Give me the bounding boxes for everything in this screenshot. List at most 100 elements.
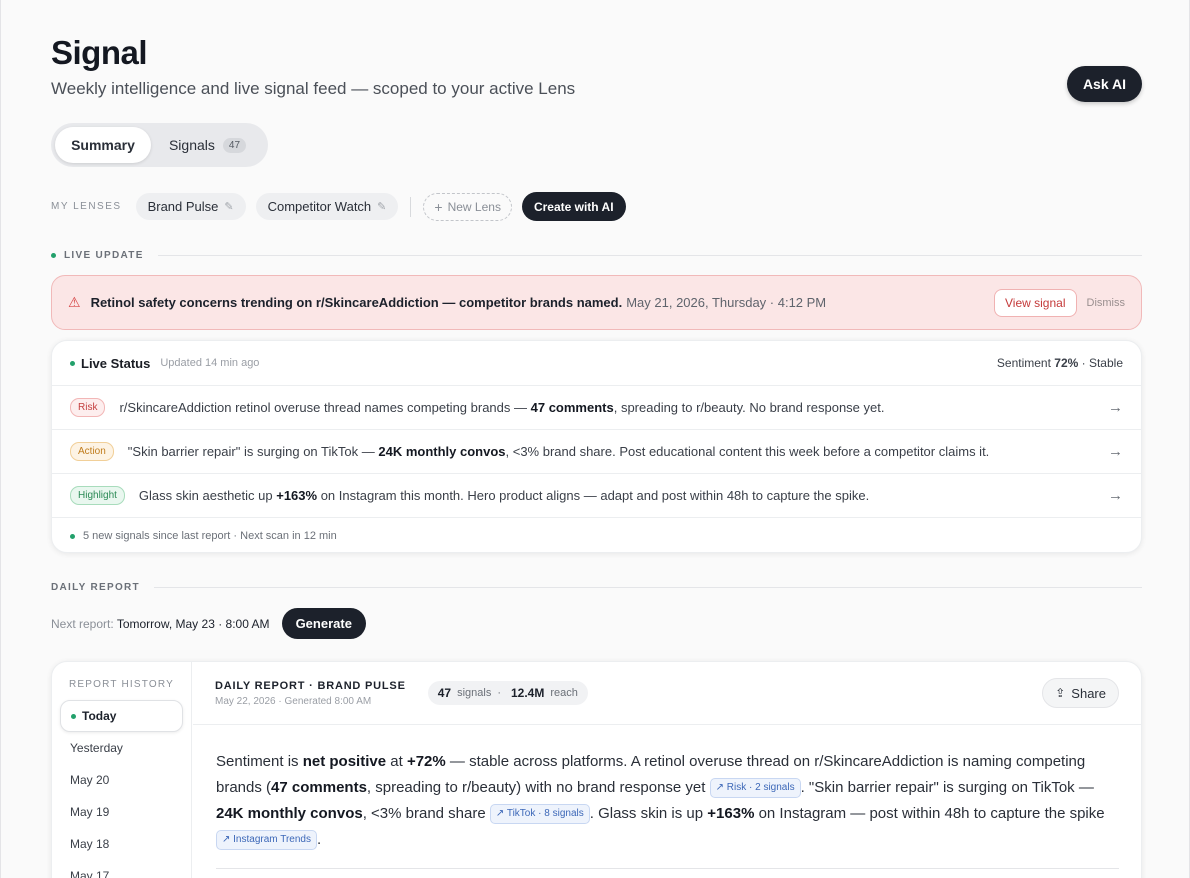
summary-text: . "Skin barrier repair" is surging on Ti… — [800, 779, 1094, 796]
daily-report-card: REPORT HISTORY Today Yesterday May 20 Ma… — [51, 661, 1142, 878]
summary-text: . Glass skin is up — [589, 805, 704, 822]
lens-chip-competitor-watch[interactable]: Competitor Watch ✎ — [255, 193, 399, 220]
summary-highlight: 47 comments — [271, 779, 367, 796]
live-update-heading: LIVE UPDATE — [51, 250, 1142, 261]
live-status-header: Live Status Updated 14 min ago Sentiment… — [52, 341, 1141, 386]
page-subtitle: Weekly intelligence and live signal feed… — [51, 79, 576, 98]
ask-ai-button[interactable]: Ask AI — [1066, 66, 1142, 102]
updated-timestamp: Updated 14 min ago — [160, 357, 260, 369]
status-row-risk[interactable]: Risk r/SkincareAddiction retinol overuse… — [52, 386, 1141, 430]
history-item-label: Today — [82, 709, 117, 723]
next-report-value: Tomorrow, May 23 · 8:00 AM — [116, 616, 270, 631]
next-report-info: Next report: Tomorrow, May 23 · 8:00 AM — [51, 617, 270, 631]
lens-chip-label: Competitor Watch — [267, 199, 372, 214]
summary-text: , <3% brand share — [362, 805, 486, 822]
divider — [153, 587, 1142, 588]
lenses-label: MY LENSES — [51, 201, 122, 212]
summary-highlight: net positive — [302, 753, 387, 770]
signals-value: 47 — [437, 686, 452, 700]
new-lens-button[interactable]: + New Lens — [423, 192, 512, 221]
row-text: r/SkincareAddiction retinol overuse thre… — [119, 400, 527, 415]
status-dot-icon — [70, 533, 75, 539]
tiktok-signals-tag[interactable]: ↗ TikTok · 8 signals — [489, 804, 590, 825]
pencil-icon[interactable]: ✎ — [224, 200, 233, 213]
divider — [157, 255, 1142, 256]
daily-report-heading: DAILY REPORT — [51, 582, 1142, 593]
live-status-footer: 5 new signals since last report · Next s… — [52, 518, 1141, 554]
history-item-today[interactable]: Today — [60, 700, 183, 732]
arrow-right-icon[interactable]: → — [1108, 487, 1123, 504]
summary-text: on Instagram — post within 48h to captur… — [758, 805, 1105, 822]
history-item-may-20[interactable]: May 20 — [60, 764, 183, 796]
signals-label: signals — [457, 687, 492, 699]
dismiss-button[interactable]: Dismiss — [1087, 297, 1126, 309]
history-item-may-19[interactable]: May 19 — [60, 796, 183, 828]
status-row-action[interactable]: Action "Skin barrier repair" is surging … — [52, 430, 1141, 474]
status-row-text: r/SkincareAddiction retinol overuse thre… — [119, 400, 884, 415]
report-summary: Sentiment is net positive at +72% — stab… — [193, 725, 1141, 853]
summary-highlight: +72% — [406, 753, 446, 770]
status-dot-icon — [70, 360, 75, 366]
share-button[interactable]: ⇪ Share — [1042, 678, 1119, 708]
report-title-block: DAILY REPORT · BRAND PULSE May 22, 2026 … — [215, 680, 406, 707]
row-highlight: 24K monthly convos — [378, 444, 506, 459]
summary-highlight: 24K monthly convos — [216, 805, 363, 822]
instagram-trends-tag[interactable]: ↗ Instagram Trends — [216, 830, 317, 851]
status-row-text: "Skin barrier repair" is surging on TikT… — [128, 444, 990, 459]
history-item-may-17[interactable]: May 17 — [60, 860, 183, 878]
tab-summary-label: Summary — [71, 137, 135, 153]
create-with-ai-button[interactable]: Create with AI — [521, 192, 626, 221]
action-badge: Action — [70, 442, 114, 461]
summary-text: . — [316, 831, 322, 848]
reach-value: 12.4M — [511, 686, 545, 700]
report-stats-pill: 47 signals · 12.4M reach — [427, 681, 588, 705]
new-lens-label: New Lens — [447, 199, 501, 214]
live-status-card: Live Status Updated 14 min ago Sentiment… — [51, 340, 1142, 553]
report-history-title: REPORT HISTORY — [69, 679, 174, 690]
tab-signals[interactable]: Signals 47 — [155, 127, 260, 163]
view-tabs: Summary Signals 47 — [51, 123, 268, 167]
report-content: DAILY REPORT · BRAND PULSE May 22, 2026 … — [193, 662, 1141, 878]
next-report-row: Next report: Tomorrow, May 23 · 8:00 AM … — [51, 608, 366, 639]
daily-report-title: DAILY REPORT — [51, 582, 140, 593]
status-row-text: Glass skin aesthetic up +163% on Instagr… — [139, 488, 869, 503]
live-update-title: LIVE UPDATE — [64, 250, 144, 261]
share-label: Share — [1071, 685, 1106, 701]
page-title: Signal — [51, 34, 148, 71]
sentiment-summary: Sentiment 72% · Stable — [997, 356, 1123, 370]
row-text: , spreading to r/beauty. No brand respon… — [613, 400, 885, 415]
separator: · — [497, 687, 501, 699]
risk-signals-tag[interactable]: ↗ Risk · 2 signals — [709, 778, 801, 799]
summary-text: at — [390, 753, 403, 770]
report-history-sidebar: REPORT HISTORY Today Yesterday May 20 Ma… — [52, 662, 192, 878]
scan-info: 5 new signals since last report · Next s… — [83, 530, 337, 542]
live-dot-icon — [51, 253, 56, 258]
row-text: , <3% brand share. Post educational cont… — [505, 444, 990, 459]
divider — [216, 868, 1119, 869]
tab-summary[interactable]: Summary — [55, 127, 151, 163]
report-title: DAILY REPORT · BRAND PULSE — [215, 679, 406, 692]
share-icon: ⇪ — [1055, 686, 1066, 700]
history-item-may-18[interactable]: May 18 — [60, 828, 183, 860]
sentiment-trend: · Stable — [1081, 356, 1123, 370]
live-status-title: Live Status — [81, 355, 151, 371]
summary-text: Sentiment is — [216, 753, 299, 770]
pencil-icon[interactable]: ✎ — [377, 200, 386, 213]
lens-bar: MY LENSES Brand Pulse ✎ Competitor Watch… — [51, 192, 626, 221]
row-highlight: 47 comments — [530, 400, 614, 415]
report-subtitle: May 22, 2026 · Generated 8:00 AM — [215, 695, 372, 707]
arrow-right-icon[interactable]: → — [1108, 399, 1123, 416]
sentiment-value: 72% — [1054, 356, 1079, 370]
lens-chip-brand-pulse[interactable]: Brand Pulse ✎ — [135, 193, 246, 220]
highlight-badge: Highlight — [70, 486, 125, 505]
arrow-right-icon[interactable]: → — [1108, 443, 1123, 460]
history-item-yesterday[interactable]: Yesterday — [60, 732, 183, 764]
status-row-highlight[interactable]: Highlight Glass skin aesthetic up +163% … — [52, 474, 1141, 518]
warning-icon: ⚠ — [68, 294, 81, 310]
live-alert-banner: ⚠ Retinol safety concerns trending on r/… — [51, 275, 1142, 330]
generate-button[interactable]: Generate — [281, 608, 366, 639]
sentiment-label: Sentiment — [996, 356, 1051, 370]
divider — [410, 196, 412, 217]
reach-label: reach — [550, 687, 578, 699]
view-signal-button[interactable]: View signal — [994, 288, 1077, 317]
